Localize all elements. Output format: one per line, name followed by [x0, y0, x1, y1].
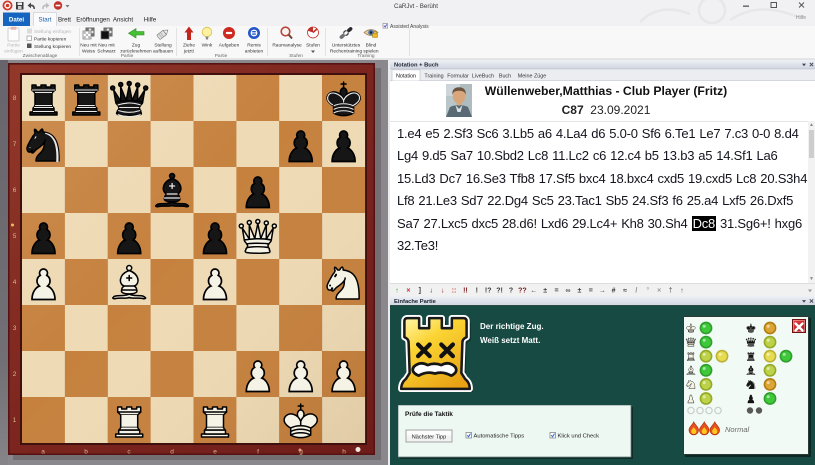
- svg-text:Zwischenablage: Zwischenablage: [23, 53, 58, 59]
- svg-text:Training: Training: [424, 73, 443, 79]
- svg-text:→: →: [599, 288, 606, 295]
- svg-text:e: e: [213, 449, 217, 456]
- svg-text:Remis: Remis: [247, 43, 261, 49]
- svg-text:Hilfe: Hilfe: [796, 15, 806, 21]
- svg-text:Notation: Notation: [396, 73, 416, 79]
- svg-text:Meine Züge: Meine Züge: [518, 73, 546, 79]
- svg-text:Buch: Buch: [499, 73, 511, 79]
- svg-text:Raumanalyse: Raumanalyse: [272, 43, 302, 49]
- svg-text:Rechentraining: Rechentraining: [330, 49, 363, 55]
- svg-text:!!: !!: [463, 288, 468, 295]
- svg-text:Schwarz: Schwarz: [97, 49, 116, 55]
- svg-text:einfügen: einfügen: [4, 49, 23, 55]
- svg-text:d: d: [170, 449, 174, 456]
- svg-text:Partie: Partie: [215, 53, 228, 59]
- svg-text:Start: Start: [38, 17, 51, 24]
- svg-text:Nächster Tipp: Nächster Tipp: [412, 434, 447, 440]
- svg-text:]: ]: [419, 288, 421, 295]
- svg-text:!?: !?: [485, 288, 492, 295]
- svg-text:Einfache Partie: Einfache Partie: [394, 299, 437, 305]
- svg-text:Partie kopieren: Partie kopieren: [34, 36, 67, 42]
- svg-text:anbieten: anbieten: [245, 49, 264, 55]
- svg-text:Stufen: Stufen: [306, 43, 320, 49]
- svg-text:↑: ↑: [680, 288, 684, 295]
- svg-text:!: !: [476, 288, 478, 295]
- svg-text:Assisted Analysis: Assisted Analysis: [390, 24, 429, 30]
- svg-text:CaRJvt - Berüht: CaRJvt - Berüht: [394, 3, 438, 10]
- svg-text:Zug: Zug: [132, 43, 141, 49]
- svg-text:?: ?: [509, 288, 513, 295]
- svg-text:↑: ↑: [395, 288, 399, 295]
- svg-text:↓: ↓: [429, 288, 433, 295]
- svg-text:Eröffnungen: Eröffnungen: [76, 17, 110, 24]
- svg-text:≈: ≈: [623, 288, 627, 295]
- svg-text:Stellung einfügen: Stellung einfügen: [34, 29, 71, 35]
- svg-text:Stellung: Stellung: [154, 43, 172, 49]
- svg-text:7: 7: [13, 141, 17, 148]
- svg-text:Automatische Tipps: Automatische Tipps: [474, 434, 525, 440]
- svg-text:Notation + Buch: Notation + Buch: [394, 63, 439, 69]
- svg-text:°: °: [646, 287, 649, 295]
- svg-text:Prüfe die Taktik: Prüfe die Taktik: [405, 411, 453, 418]
- svg-text:Formular: Formular: [447, 73, 469, 79]
- svg-text:Brett: Brett: [58, 17, 71, 24]
- svg-text:h: h: [342, 449, 346, 456]
- svg-text:jetzt!: jetzt!: [183, 49, 194, 55]
- svg-text:??: ??: [518, 288, 527, 295]
- svg-text:×: ×: [657, 288, 661, 295]
- svg-text:spielen: spielen: [363, 49, 379, 55]
- svg-text:Hilfe: Hilfe: [144, 17, 157, 24]
- svg-text:a: a: [41, 449, 45, 456]
- svg-text:1: 1: [13, 417, 17, 424]
- svg-text:b: b: [84, 449, 88, 456]
- svg-text:←: ←: [530, 288, 537, 295]
- svg-text:Blind: Blind: [366, 43, 377, 49]
- svg-text:/: /: [635, 288, 637, 295]
- svg-text:Ziehe: Ziehe: [183, 43, 195, 49]
- svg-text:Wink: Wink: [202, 43, 213, 49]
- svg-text:Stufen: Stufen: [289, 53, 303, 59]
- svg-text:Unterstütztes: Unterstütztes: [332, 43, 361, 49]
- svg-text:Neu mit: Neu mit: [98, 43, 115, 49]
- svg-text:::: ::: [452, 288, 457, 295]
- svg-text:8: 8: [13, 95, 17, 102]
- svg-text:5: 5: [13, 233, 17, 240]
- svg-text:#: #: [612, 288, 616, 295]
- svg-text:2: 2: [13, 371, 17, 378]
- svg-text:?!: ?!: [496, 288, 503, 295]
- svg-text:∞: ∞: [566, 288, 571, 295]
- svg-text:×: ×: [406, 288, 410, 295]
- svg-text:=: =: [589, 288, 593, 295]
- svg-text:f: f: [257, 449, 259, 456]
- svg-text:±: ±: [577, 288, 581, 295]
- svg-text:±: ±: [543, 288, 547, 295]
- svg-text:3: 3: [13, 325, 17, 332]
- svg-text:LiveBuch: LiveBuch: [472, 73, 494, 79]
- svg-text:Datei: Datei: [9, 17, 24, 24]
- svg-text:Klick und Check: Klick und Check: [558, 434, 600, 440]
- svg-text:↓: ↓: [441, 288, 445, 295]
- svg-text:4: 4: [13, 279, 17, 286]
- svg-text:Partie: Partie: [7, 43, 20, 49]
- svg-text:Weiss: Weiss: [82, 49, 96, 55]
- svg-text:Stellung kopieren: Stellung kopieren: [34, 44, 71, 50]
- svg-text:Aufgeben: Aufgeben: [219, 43, 240, 49]
- svg-text:Normal: Normal: [725, 425, 750, 434]
- svg-text:Ansicht: Ansicht: [113, 17, 134, 24]
- svg-text:6: 6: [13, 187, 17, 194]
- svg-text:†: †: [669, 288, 673, 295]
- svg-text:=: =: [555, 288, 559, 295]
- svg-text:aufbauen: aufbauen: [153, 49, 173, 55]
- svg-text:Neu mit: Neu mit: [80, 43, 97, 49]
- svg-text:zurücknehmen: zurücknehmen: [120, 49, 152, 55]
